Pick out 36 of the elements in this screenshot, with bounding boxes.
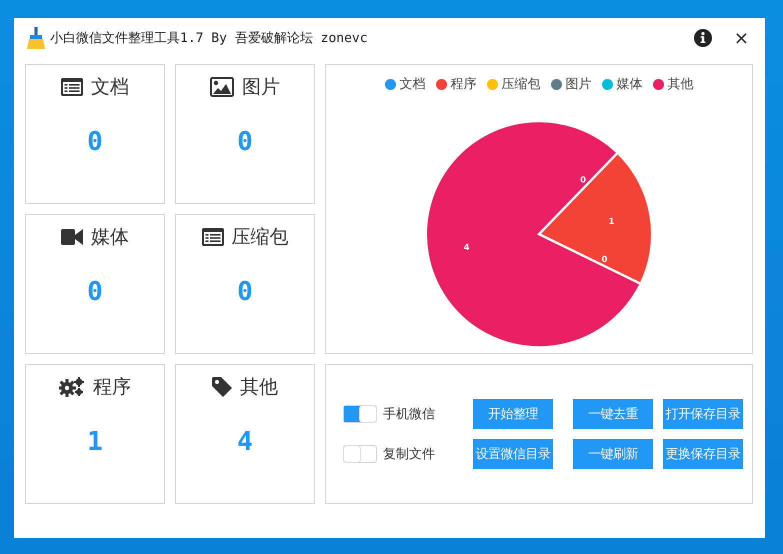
broom-icon [26, 27, 46, 49]
close-button[interactable]: × [734, 28, 753, 48]
legend-label[interactable]: 媒体 [616, 75, 642, 93]
card-title: 图片 [242, 75, 280, 100]
switch-label: 复制文件 [383, 446, 435, 463]
switch-label: 手机微信 [383, 406, 435, 423]
card-title: 文档 [91, 75, 129, 100]
card-title: 压缩包 [232, 225, 288, 250]
info-icon[interactable] [694, 29, 712, 47]
legend-label[interactable]: 文档 [400, 75, 426, 93]
file-count: 0 [87, 127, 103, 157]
card-title: 媒体 [91, 225, 129, 250]
gears-icon [59, 377, 85, 397]
slice-label: 4 [464, 242, 470, 252]
file-count: 0 [87, 277, 103, 307]
window-title: 小白微信文件整理工具1.7 By 吾爱破解论坛 zonevc [50, 30, 369, 47]
image-icon [210, 77, 234, 97]
toggle-switch[interactable] [343, 405, 377, 423]
legend-label[interactable]: 其他 [668, 75, 694, 93]
list-icon [61, 78, 83, 96]
card-title: 其他 [240, 375, 278, 400]
tag-icon [212, 377, 232, 397]
video-camera-icon [61, 229, 83, 245]
legend-label[interactable]: 程序 [450, 75, 476, 93]
toggle-switch[interactable] [343, 445, 377, 463]
file-count: 0 [237, 277, 253, 307]
slice-label: 1 [608, 216, 614, 226]
slice-label: 0 [602, 254, 608, 264]
legend-label[interactable]: 压缩包 [502, 75, 540, 93]
file-count: 0 [237, 127, 253, 157]
legend-label[interactable]: 图片 [566, 75, 592, 93]
slice-label: 0 [580, 174, 586, 185]
list-icon [202, 228, 224, 246]
file-count: 1 [87, 427, 103, 457]
card-title: 程序 [93, 375, 131, 400]
file-count: 4 [237, 427, 253, 457]
